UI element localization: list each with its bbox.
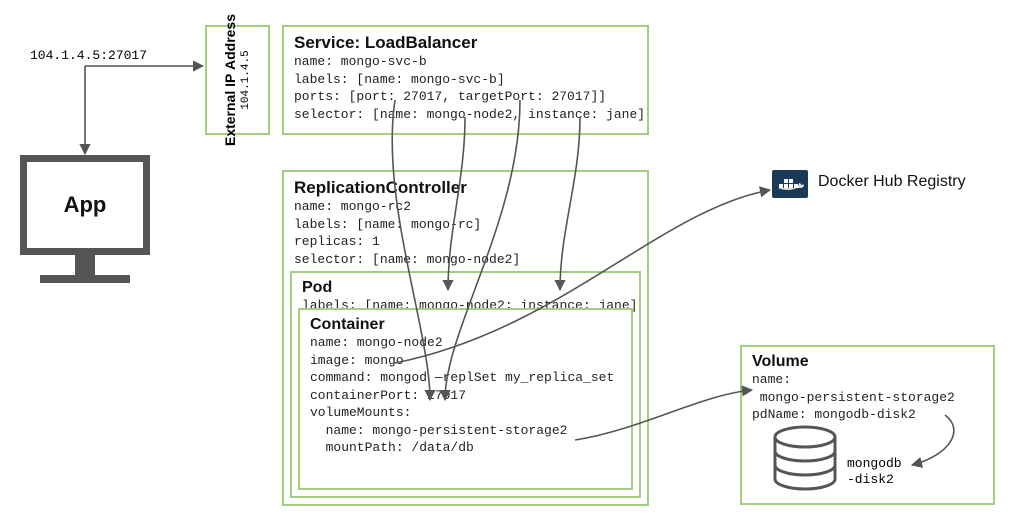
app-base bbox=[40, 275, 130, 283]
external-ip-box: External IP Address 104.1.4.5 bbox=[205, 25, 270, 135]
volume-body: name: mongo-persistent-storage2 pdName: … bbox=[752, 371, 983, 424]
external-ip-subtitle: Address bbox=[223, 14, 239, 70]
volume-title: Volume bbox=[752, 353, 983, 371]
container-title: Container bbox=[310, 316, 621, 334]
rc-title: ReplicationController bbox=[294, 178, 637, 198]
service-title: Service: LoadBalancer bbox=[294, 33, 637, 53]
disk-label-1: mongodb bbox=[847, 456, 902, 471]
disk-label-2: -disk2 bbox=[847, 472, 894, 487]
app-screen: App bbox=[20, 155, 150, 255]
container-box: Container name: mongo-node2 image: mongo… bbox=[298, 308, 633, 490]
rc-body: name: mongo-rc2 labels: [name: mongo-rc]… bbox=[294, 198, 637, 268]
external-ip-title: External IP bbox=[223, 74, 239, 146]
docker-label: Docker Hub Registry bbox=[818, 173, 966, 191]
app-label: App bbox=[64, 192, 107, 218]
address-text: 104.1.4.5:27017 bbox=[30, 48, 147, 63]
service-body: name: mongo-svc-b labels: [name: mongo-s… bbox=[294, 53, 637, 123]
app-stand bbox=[75, 255, 95, 275]
app-computer: App bbox=[20, 155, 150, 290]
container-body: name: mongo-node2 image: mongo command: … bbox=[310, 334, 621, 457]
external-ip-value: 104.1.4.5 bbox=[241, 14, 253, 146]
docker-icon bbox=[772, 170, 808, 198]
service-box: Service: LoadBalancer name: mongo-svc-b … bbox=[282, 25, 649, 135]
pod-title: Pod bbox=[302, 279, 629, 297]
